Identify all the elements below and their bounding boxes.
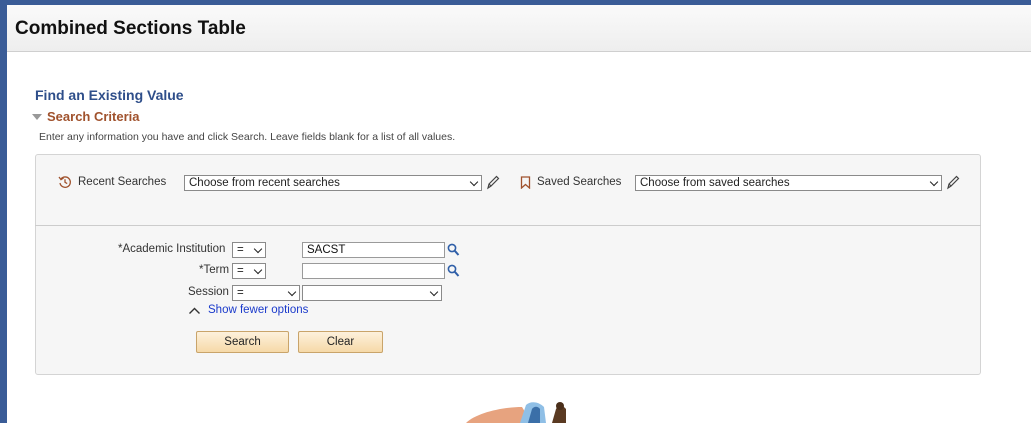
recent-searches-select[interactable]: Choose from recent searches [184,175,482,191]
search-button[interactable]: Search [196,331,289,353]
chevron-down-icon [253,244,263,254]
clear-button[interactable]: Clear [298,331,383,353]
chevron-down-icon [929,177,939,187]
lookup-magnifier-icon[interactable] [447,264,460,278]
frame-left-border [0,0,7,423]
megaphone-illustration [466,402,566,423]
operator-value: = [237,265,244,277]
edit-pencil-icon[interactable] [486,174,500,190]
operator-value: = [237,287,244,299]
chevron-down-icon [287,287,297,297]
saved-searches-select[interactable]: Choose from saved searches [635,175,942,191]
search-criteria-label: Search Criteria [47,109,140,124]
chevron-down-icon [469,177,479,187]
page-header: Combined Sections Table [7,5,1031,52]
recent-searches-label: Recent Searches [78,176,167,188]
chevron-down-icon [429,287,439,297]
session-label: Session [188,286,229,298]
saved-searches-value: Choose from saved searches [640,177,790,189]
academic-institution-label: *Academic Institution [118,243,226,255]
history-icon [58,176,71,188]
lookup-magnifier-icon[interactable] [447,243,460,257]
chevron-down-icon [253,265,263,275]
saved-searches-label: Saved Searches [537,176,622,188]
edit-pencil-icon[interactable] [946,174,960,190]
find-existing-value-heading: Find an Existing Value [35,87,184,103]
search-instructions: Enter any information you have and click… [39,131,456,143]
academic-institution-input[interactable]: SACST [302,242,445,258]
show-fewer-options-link[interactable]: Show fewer options [208,304,308,316]
page-title: Combined Sections Table [15,18,246,39]
search-criteria-toggle[interactable]: Search Criteria [32,109,140,124]
panel-divider [35,225,981,226]
session-select[interactable] [302,285,442,301]
term-label: *Term [199,264,230,276]
session-operator[interactable]: = [232,285,300,301]
term-operator[interactable]: = [232,263,266,279]
operator-value: = [237,244,244,256]
bookmark-icon [520,176,531,189]
term-input[interactable] [302,263,445,279]
academic-institution-operator[interactable]: = [232,242,266,258]
recent-searches-value: Choose from recent searches [189,177,340,189]
chevron-up-icon[interactable] [188,306,201,315]
collapse-triangle-icon [32,113,42,120]
